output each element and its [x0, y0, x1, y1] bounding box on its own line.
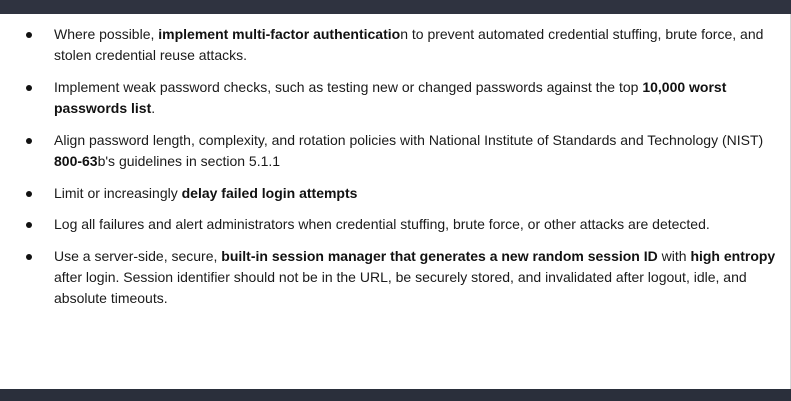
window-bottom-bar [0, 389, 791, 401]
list-item-text: Limit or increasingly delay failed login… [54, 185, 358, 201]
list-item-text: Where possible, implement multi-factor a… [54, 26, 764, 63]
bullet-icon [26, 85, 32, 91]
bullet-icon [26, 254, 32, 260]
bullet-icon [26, 138, 32, 144]
bullet-icon [26, 191, 32, 197]
bullet-icon [26, 32, 32, 38]
list-item-text: Use a server-side, secure, built-in sess… [54, 248, 776, 306]
document-page: Where possible, implement multi-factor a… [0, 14, 791, 389]
list-item-text: Log all failures and alert administrator… [54, 216, 710, 232]
bullet-icon [26, 222, 32, 228]
list-item-text: Align password length, complexity, and r… [54, 132, 764, 169]
list-item-text: Implement weak password checks, such as … [54, 79, 727, 116]
window-top-bar [0, 0, 791, 14]
